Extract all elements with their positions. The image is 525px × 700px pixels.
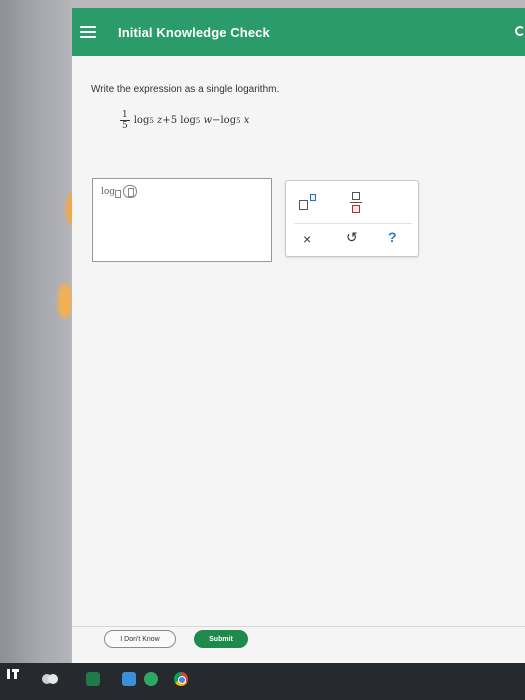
page-title: Initial Knowledge Check <box>118 24 270 40</box>
math-toolbar: × ↺ ? <box>285 180 419 257</box>
footer-divider <box>72 626 525 627</box>
ti-icon[interactable] <box>6 667 20 681</box>
answer-input[interactable]: log <box>92 178 272 262</box>
search-icon[interactable] <box>515 26 525 36</box>
header-bar: Initial Knowledge Check <box>72 8 525 56</box>
toolbar-divider <box>294 223 412 224</box>
log-template[interactable]: log <box>101 185 138 198</box>
base-placeholder[interactable] <box>115 190 122 198</box>
spreadsheet-icon[interactable] <box>86 672 100 686</box>
taskbar <box>0 663 525 700</box>
fraction-button[interactable] <box>349 191 363 215</box>
help-button[interactable]: ? <box>388 229 397 245</box>
undo-button[interactable]: ↺ <box>346 229 358 246</box>
chat-icon[interactable] <box>122 672 136 686</box>
exponent-button[interactable] <box>299 194 319 212</box>
fraction: 1 5 <box>120 110 130 131</box>
chrome-icon[interactable] <box>174 672 188 686</box>
browser-icon[interactable] <box>144 672 158 686</box>
argument-placeholder[interactable] <box>123 185 138 198</box>
app-window: Initial Knowledge Check Write the expres… <box>72 8 525 663</box>
money-icon[interactable] <box>42 672 58 686</box>
clear-button[interactable]: × <box>303 231 311 247</box>
light-glare <box>58 283 72 319</box>
math-expression: 1 5 log 5 z + 5 log 5 w − log 5 x <box>120 110 250 131</box>
screen-bezel <box>0 0 70 700</box>
hamburger-menu-icon[interactable] <box>80 26 96 38</box>
question-prompt: Write the expression as a single logarit… <box>91 84 280 95</box>
dont-know-button[interactable]: I Don't Know <box>104 630 176 648</box>
submit-button[interactable]: Submit <box>194 630 248 648</box>
